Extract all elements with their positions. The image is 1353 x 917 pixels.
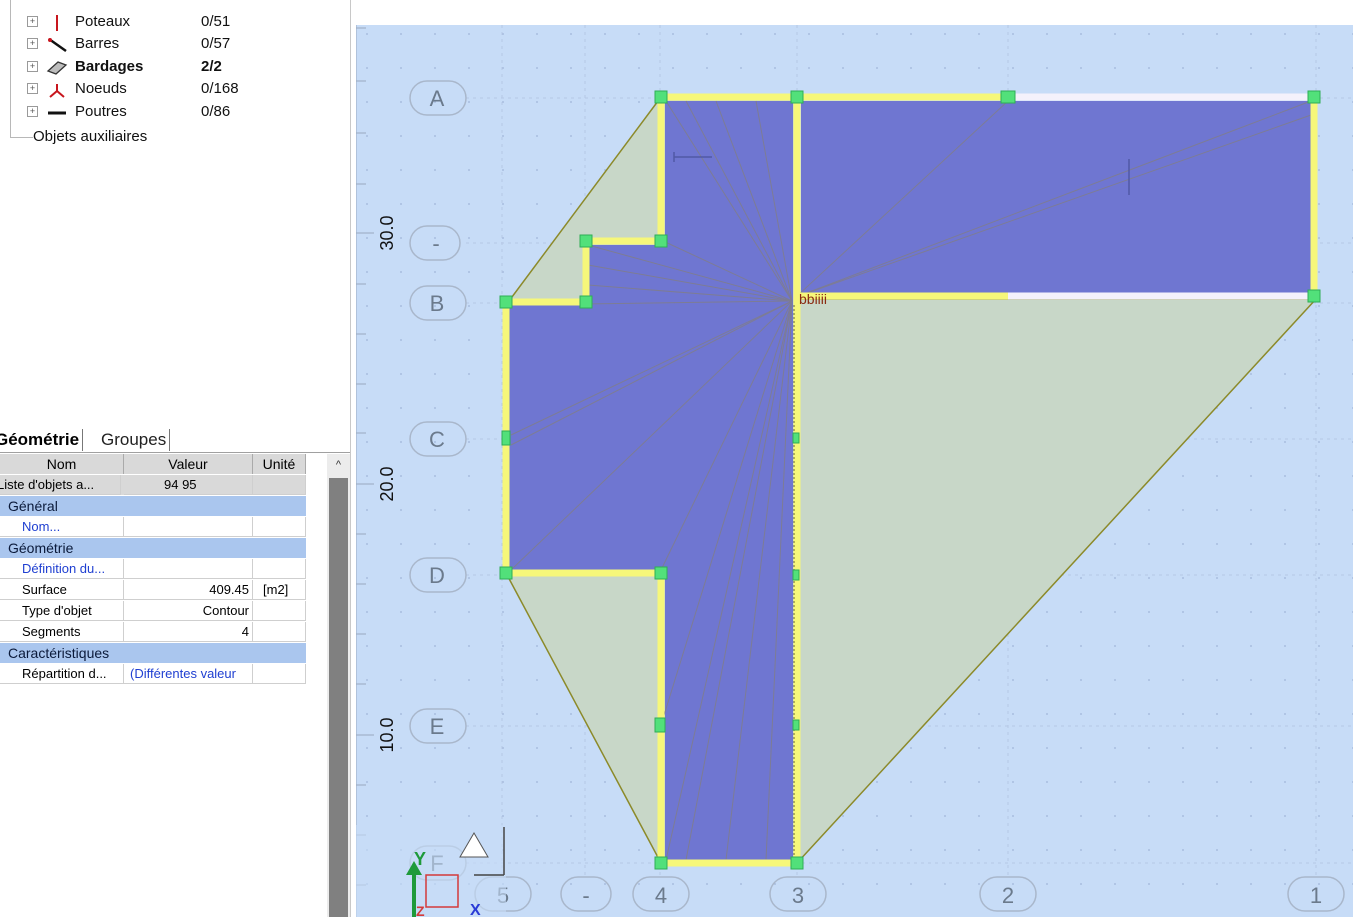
ruler-label-20: 20.0 — [377, 466, 397, 501]
row-unit — [253, 664, 306, 684]
tree-item-auxiliary-objects[interactable]: Objets auxiliaires — [33, 128, 147, 145]
column-header-valeur[interactable]: Valeur — [124, 454, 253, 474]
row-value[interactable] — [124, 517, 253, 537]
properties-tabs: Géométrie Groupes — [0, 426, 350, 453]
section-title: Général — [8, 498, 58, 514]
row-unit — [253, 517, 306, 537]
row-unit — [253, 622, 306, 642]
tree-item-count: 2/2 — [201, 58, 222, 75]
tree-item-count: 0/86 — [201, 103, 231, 120]
svg-text:B: B — [430, 291, 445, 316]
section-geometrie[interactable]: Géométrie — [0, 538, 306, 558]
svg-text:-: - — [432, 231, 439, 256]
table-row[interactable]: Liste d'objets a... 94 95 — [0, 475, 306, 495]
axis-x-label: X — [470, 902, 481, 917]
row-name: Surface — [0, 580, 124, 600]
expand-icon[interactable]: + — [27, 106, 38, 117]
svg-text:3: 3 — [792, 883, 804, 908]
ruler-label-30: 30.0 — [377, 215, 397, 250]
row-value[interactable] — [124, 559, 253, 579]
row-value: 409.45 — [124, 580, 253, 600]
tree-item-label: Poutres — [75, 103, 127, 120]
table-row[interactable]: Définition du... — [0, 559, 306, 579]
table-row[interactable]: Répartition d... (Différentes valeur — [0, 664, 306, 684]
row-name: Liste d'objets a... — [0, 475, 121, 495]
table-row[interactable]: Surface 409.45 [m2] — [0, 580, 306, 600]
svg-text:D: D — [429, 563, 445, 588]
row-name: Segments — [0, 622, 124, 642]
tree-item-label: Noeuds — [75, 80, 127, 97]
node-icon — [49, 84, 65, 98]
row-name[interactable]: Définition du... — [0, 559, 124, 579]
row-value: 4 — [124, 622, 253, 642]
row-name: Répartition d... — [0, 664, 124, 684]
beam-icon — [48, 111, 66, 115]
row-unit: [m2] — [253, 580, 306, 600]
svg-text:2: 2 — [1002, 883, 1014, 908]
svg-text:-: - — [582, 883, 589, 908]
scroll-up-arrow-icon[interactable]: ^ — [327, 454, 350, 474]
tree-item-label: Poteaux — [75, 13, 131, 30]
section-title: Caractéristiques — [8, 645, 110, 661]
row-value: Contour — [124, 601, 253, 621]
row-unit — [253, 475, 306, 495]
svg-text:C: C — [429, 427, 445, 452]
section-general[interactable]: Général — [0, 496, 306, 516]
axis-y-label: Y — [414, 849, 426, 869]
column-icon — [56, 15, 58, 31]
properties-panel: Géométrie Groupes Nom Valeur Unité Liste… — [0, 426, 351, 917]
row-value[interactable]: (Différentes valeur — [124, 664, 253, 684]
table-row[interactable]: Segments 4 — [0, 622, 306, 642]
row-name: Type d'objet — [0, 601, 124, 621]
table-header: Nom Valeur Unité — [0, 454, 306, 474]
object-tree-panel: + Poteaux 0/51 + Barres 0/57 + Bardages … — [0, 0, 351, 426]
svg-text:4: 4 — [655, 883, 667, 908]
svg-text:1: 1 — [1310, 883, 1322, 908]
expand-icon[interactable]: + — [27, 38, 38, 49]
ruler-label-10: 10.0 — [377, 717, 397, 752]
tree-item-label: Barres — [75, 35, 120, 52]
row-value: 94 95 — [124, 475, 253, 495]
tab-groupes[interactable]: Groupes — [98, 429, 171, 451]
svg-text:E: E — [430, 714, 445, 739]
node-label: bbiiii — [799, 291, 827, 307]
cladding-icon — [46, 61, 68, 75]
structure-view-canvas[interactable]: 30.0 20.0 10.0 bbiiii A - B C D E - 4 3 … — [356, 25, 1353, 917]
canvas-top-strip — [356, 0, 1353, 25]
expand-icon[interactable]: + — [27, 61, 38, 72]
column-header-nom[interactable]: Nom — [0, 454, 124, 474]
properties-scrollbar[interactable]: ^ — [327, 454, 350, 917]
section-title: Géométrie — [8, 540, 74, 556]
coordinate-axes-widget: Y X Z — [356, 825, 506, 917]
row-unit — [253, 559, 306, 579]
expand-icon[interactable]: + — [27, 16, 38, 27]
row-unit — [253, 601, 306, 621]
expand-icon[interactable]: + — [27, 83, 38, 94]
tab-geometrie[interactable]: Géométrie — [0, 429, 84, 451]
structure-drawing[interactable]: 30.0 20.0 10.0 bbiiii A - B C D E - 4 3 … — [356, 25, 1353, 917]
row-name[interactable]: Nom... — [0, 517, 124, 537]
section-caracteristiques[interactable]: Caractéristiques — [0, 643, 306, 663]
tree-item-count: 0/168 — [201, 80, 239, 97]
axis-z-label: Z — [416, 903, 425, 917]
tree-item-count: 0/51 — [201, 13, 231, 30]
bar-icon — [48, 37, 67, 53]
column-header-unite[interactable]: Unité — [253, 454, 306, 474]
table-row[interactable]: Nom... — [0, 517, 306, 537]
tree-item-count: 0/57 — [201, 35, 231, 52]
tree-item-label: Bardages — [75, 58, 144, 75]
scroll-thumb[interactable] — [329, 478, 348, 917]
svg-text:A: A — [430, 86, 445, 111]
table-row[interactable]: Type d'objet Contour — [0, 601, 306, 621]
